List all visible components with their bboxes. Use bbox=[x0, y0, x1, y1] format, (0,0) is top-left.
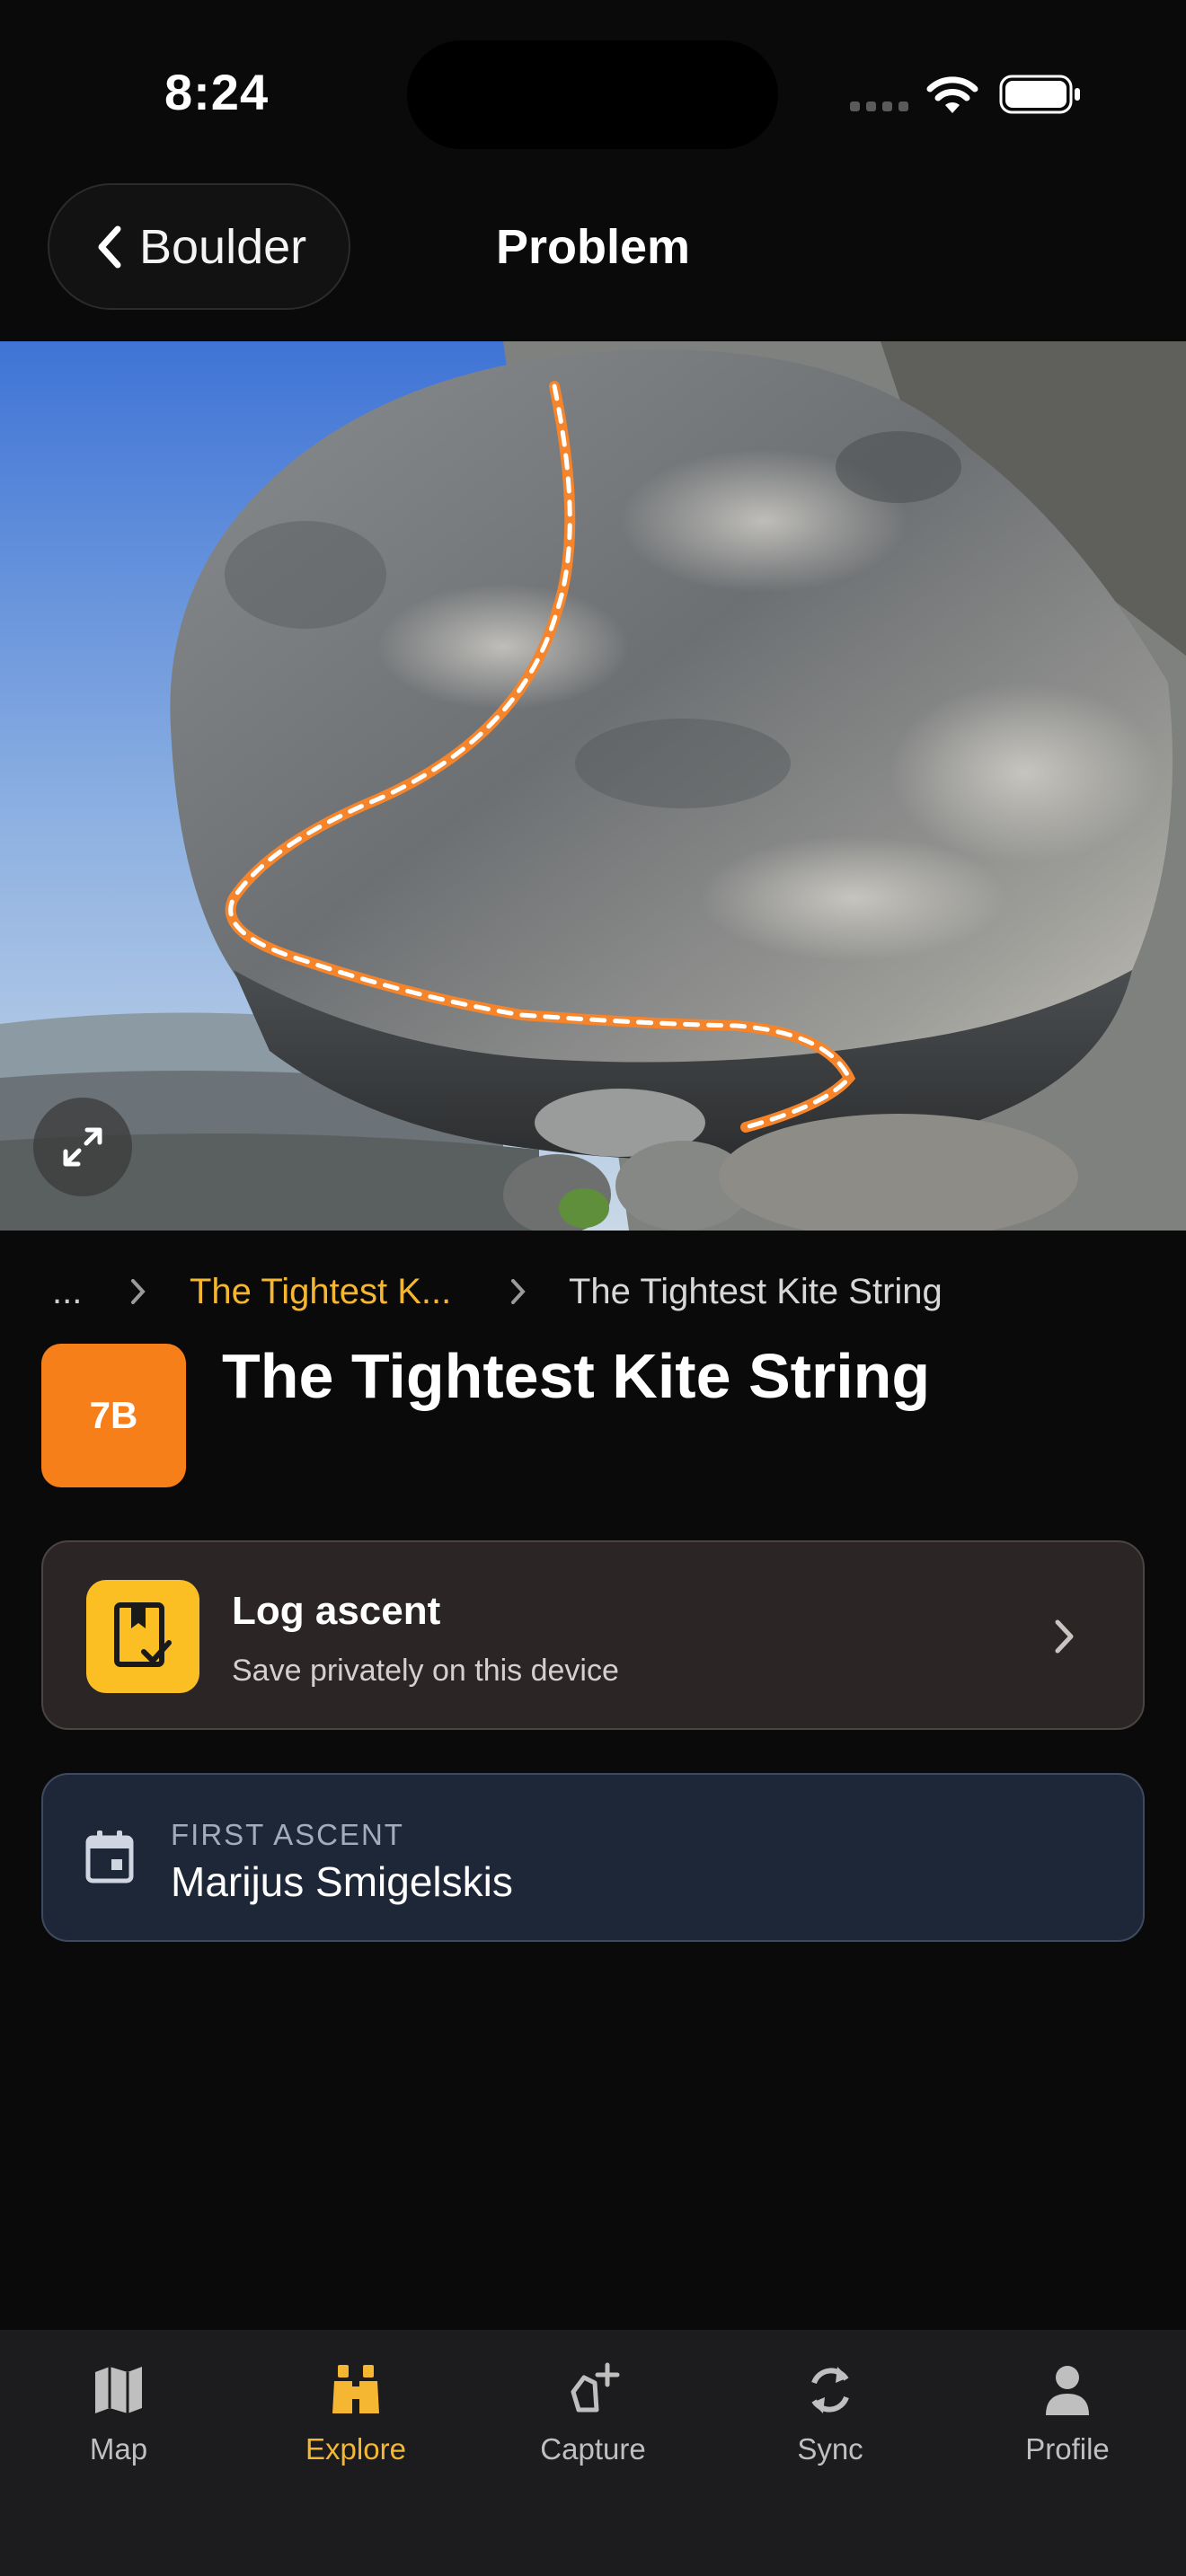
capture-icon bbox=[564, 2359, 622, 2422]
chevron-right-icon bbox=[129, 1275, 147, 1312]
first-ascent-value: Marijus Smigelskis bbox=[171, 1858, 513, 1905]
first-ascent-label: FIRST ASCENT bbox=[171, 1818, 404, 1851]
binoculars-icon bbox=[329, 2359, 383, 2422]
tab-profile-label: Profile bbox=[1025, 2432, 1110, 2466]
tab-capture-label: Capture bbox=[540, 2432, 646, 2466]
tab-explore-label: Explore bbox=[305, 2432, 406, 2466]
tab-explore[interactable]: Explore bbox=[237, 2330, 474, 2510]
map-icon bbox=[92, 2359, 146, 2422]
log-ascent-subtitle: Save privately on this device bbox=[232, 1654, 619, 1688]
first-ascent-card: FIRST ASCENT Marijus Smigelskis bbox=[41, 1773, 1145, 1942]
boulder-photo[interactable] bbox=[0, 341, 1186, 1231]
grade-badge: 7B bbox=[41, 1344, 186, 1487]
dynamic-island bbox=[407, 40, 778, 149]
expand-photo-button[interactable] bbox=[33, 1098, 132, 1196]
cellular-signal-icon bbox=[850, 101, 909, 114]
tab-sync[interactable]: Sync bbox=[712, 2330, 949, 2510]
expand-icon bbox=[63, 1127, 102, 1167]
chevron-right-icon bbox=[509, 1275, 527, 1312]
sync-icon bbox=[803, 2359, 857, 2422]
tab-bar: Map Explore Capture Sync Profile bbox=[0, 2330, 1186, 2576]
log-ascent-title: Log ascent bbox=[232, 1589, 441, 1633]
tab-map[interactable]: Map bbox=[0, 2330, 237, 2510]
page-title: Problem bbox=[495, 220, 691, 274]
battery-icon bbox=[999, 75, 1082, 114]
tab-profile[interactable]: Profile bbox=[949, 2330, 1186, 2510]
tab-capture[interactable]: Capture bbox=[474, 2330, 712, 2510]
log-ascent-card[interactable]: Log ascent Save privately on this device bbox=[41, 1540, 1145, 1730]
tab-map-label: Map bbox=[89, 2432, 148, 2466]
breadcrumb-problem: The Tightest Kite String bbox=[569, 1272, 943, 1311]
problem-name: The Tightest Kite String bbox=[222, 1341, 931, 1411]
bookmark-check-icon bbox=[86, 1580, 199, 1693]
breadcrumb-ellipsis[interactable]: ... bbox=[52, 1272, 82, 1312]
breadcrumb-boulder[interactable]: The Tightest K... bbox=[190, 1272, 451, 1312]
chevron-right-icon bbox=[1053, 1618, 1076, 1660]
status-time: 8:24 bbox=[164, 64, 270, 120]
profile-icon bbox=[1042, 2359, 1093, 2422]
wifi-icon bbox=[925, 74, 979, 115]
calendar-icon bbox=[84, 1829, 135, 1889]
tab-sync-label: Sync bbox=[797, 2432, 863, 2466]
